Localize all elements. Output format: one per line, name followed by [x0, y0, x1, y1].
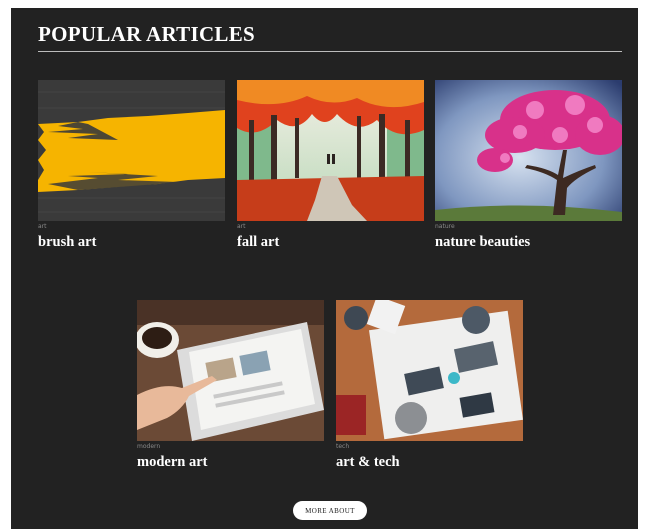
article-category: nature — [435, 223, 455, 230]
title-divider — [38, 51, 622, 52]
article-title[interactable]: fall art — [237, 234, 279, 251]
popular-articles-section: POPULAR ARTICLES art brush art art fall … — [11, 8, 638, 529]
article-category: art — [38, 223, 47, 230]
article-title[interactable]: art & tech — [336, 454, 400, 471]
article-image-nature-beauties[interactable] — [435, 80, 622, 221]
section-title: POPULAR ARTICLES — [38, 22, 256, 46]
article-title[interactable]: brush art — [38, 234, 96, 251]
article-title[interactable]: modern art — [137, 454, 207, 471]
article-image-art-and-tech[interactable] — [336, 300, 523, 441]
article-image-modern-art[interactable] — [137, 300, 324, 441]
article-image-brush-art[interactable] — [38, 80, 225, 221]
article-category: modern — [137, 443, 161, 450]
article-category: art — [237, 223, 246, 230]
article-category: tech — [336, 443, 350, 450]
more-about-button[interactable]: MORE ABOUT — [293, 501, 367, 520]
article-image-fall-art[interactable] — [237, 80, 424, 221]
article-title[interactable]: nature beauties — [435, 234, 530, 251]
